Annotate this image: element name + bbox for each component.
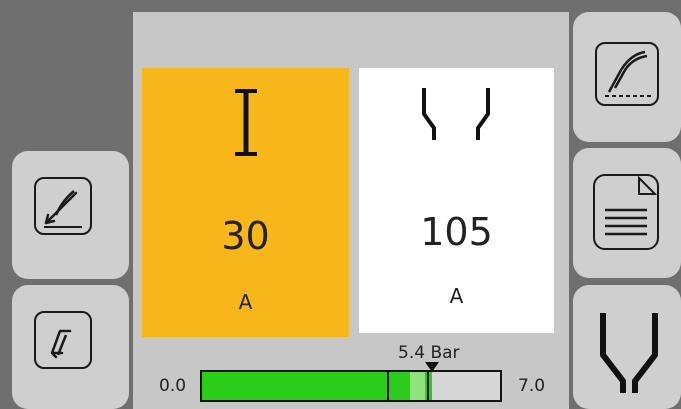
pressure-pointer-icon bbox=[425, 362, 439, 372]
torch-gouge-icon bbox=[595, 42, 659, 106]
right-button-torch-gouge[interactable] bbox=[573, 12, 681, 142]
current-value: 30 bbox=[221, 214, 270, 258]
pressure-min-label: 0.0 bbox=[159, 376, 187, 396]
down-arrow-icon bbox=[34, 311, 92, 369]
pressure-bar-fill bbox=[202, 372, 432, 400]
pressure-max-label: 7.0 bbox=[518, 376, 546, 396]
current-unit: A bbox=[238, 290, 253, 314]
pressure-bar-marker-low bbox=[387, 372, 389, 400]
pressure-bar-tolerance bbox=[410, 372, 425, 400]
left-button-torch[interactable] bbox=[12, 151, 129, 279]
torch-edit-icon bbox=[34, 177, 92, 235]
pressure-bar-marker-high bbox=[427, 372, 429, 400]
pressure-bar bbox=[200, 370, 502, 402]
right-button-electrode[interactable] bbox=[573, 285, 681, 409]
current-tile[interactable]: 30 A bbox=[142, 68, 349, 337]
pressure-label: 5.4 Bar bbox=[398, 343, 460, 363]
output-tile[interactable]: 105 A bbox=[359, 68, 554, 333]
left-button-down[interactable] bbox=[12, 285, 129, 409]
output-unit: A bbox=[449, 284, 464, 308]
welding-control-screen: 30 A 105 A 5.4 Bar 0.0 7.0 bbox=[0, 0, 681, 409]
right-button-document[interactable] bbox=[573, 148, 681, 278]
output-value: 105 bbox=[420, 210, 493, 254]
document-icon bbox=[593, 174, 659, 250]
electrode-funnel-icon bbox=[600, 313, 658, 393]
current-i-icon bbox=[235, 89, 257, 156]
electrode-gap-icon bbox=[422, 88, 490, 140]
